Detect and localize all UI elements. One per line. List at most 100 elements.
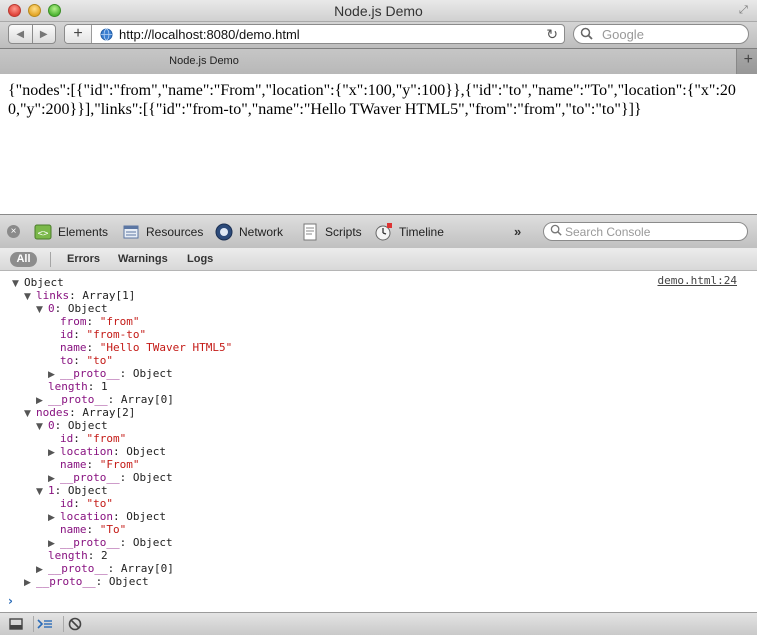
property-separator: : bbox=[54, 419, 68, 432]
property-separator: : bbox=[112, 510, 127, 523]
property-separator: : bbox=[73, 497, 87, 510]
filter-logs[interactable]: Logs bbox=[187, 253, 213, 265]
property-separator: : bbox=[119, 536, 133, 549]
property-value: 2 bbox=[101, 549, 108, 562]
property-separator: : bbox=[54, 484, 68, 497]
add-bookmark-button[interactable]: + bbox=[65, 25, 92, 43]
close-devtools-icon[interactable]: × bbox=[7, 225, 20, 238]
property-separator: : bbox=[86, 523, 100, 536]
window-title: Node.js Demo bbox=[334, 3, 423, 19]
console-prompt[interactable]: › bbox=[8, 594, 13, 608]
console-tree-row[interactable]: ▶ __proto__: Object bbox=[48, 536, 173, 549]
disclosure-expanded-icon[interactable]: ▼ bbox=[24, 408, 36, 421]
tab-timeline[interactable]: Timeline bbox=[374, 220, 444, 244]
fullscreen-icon[interactable]: ⤢ bbox=[739, 4, 751, 16]
console-icon[interactable] bbox=[33, 616, 56, 632]
property-key: id bbox=[60, 328, 74, 341]
console-tree-row[interactable]: ▼ 0: Object bbox=[36, 302, 108, 315]
console-tree-row[interactable]: ▶ __proto__: Object bbox=[48, 471, 173, 484]
tab-scripts[interactable]: Scripts bbox=[300, 220, 362, 244]
tab-network[interactable]: Network bbox=[214, 220, 283, 244]
console-tree-row[interactable]: ▼ Object bbox=[12, 276, 64, 289]
disclosure-expanded-icon[interactable]: ▼ bbox=[36, 421, 48, 434]
property-value: "from-to" bbox=[86, 328, 147, 341]
property-separator: : bbox=[73, 328, 87, 341]
property-value: "Hello TWaver HTML5" bbox=[99, 341, 233, 354]
clear-console-icon[interactable] bbox=[63, 616, 86, 632]
console-source-link[interactable]: demo.html:24 bbox=[658, 274, 737, 287]
tab-resources-label: Resources bbox=[146, 225, 204, 239]
console-tree-row[interactable]: ▼ links: Array[1] bbox=[24, 289, 135, 302]
disclosure-collapsed-icon[interactable]: ▶ bbox=[24, 577, 36, 590]
property-key: id bbox=[60, 432, 74, 445]
property-key: location bbox=[60, 510, 113, 523]
devtools-toolbar: × <> Elements Resources Network Scripts bbox=[0, 214, 757, 248]
property-value: Object bbox=[132, 367, 173, 380]
disclosure-expanded-icon[interactable]: ▼ bbox=[36, 486, 48, 499]
console-tree-row[interactable]: ▶ __proto__: Array[0] bbox=[36, 393, 174, 406]
elements-icon: <> bbox=[34, 224, 52, 240]
console-tree-row[interactable]: ▶ __proto__: Object bbox=[24, 575, 149, 588]
address-bar[interactable]: + http://localhost:8080/demo.html ↻ bbox=[64, 24, 565, 44]
property-key: nodes bbox=[36, 406, 70, 419]
tab-network-label: Network bbox=[239, 225, 284, 239]
console-tree-row[interactable]: ▼ nodes: Array[2] bbox=[24, 406, 135, 419]
property-separator: : bbox=[119, 367, 133, 380]
property-key: __proto__ bbox=[60, 367, 120, 380]
property-value: Object bbox=[67, 302, 108, 315]
search-icon bbox=[550, 224, 562, 236]
disclosure-expanded-icon[interactable]: ▼ bbox=[12, 278, 24, 291]
network-icon bbox=[215, 223, 233, 241]
property-separator: : bbox=[54, 302, 68, 315]
console-tree-row: to: "to" bbox=[48, 354, 113, 367]
property-value: Object bbox=[67, 484, 108, 497]
property-value: Object bbox=[126, 510, 166, 523]
console-search-field[interactable]: Search Console bbox=[543, 222, 748, 241]
console-tree-row[interactable]: ▶ location: Object bbox=[48, 510, 166, 523]
console-tree-row[interactable]: ▼ 1: Object bbox=[36, 484, 108, 497]
console-tree-row[interactable]: ▶ __proto__: Object bbox=[48, 367, 173, 380]
console-tree-row[interactable]: ▼ 0: Object bbox=[36, 419, 108, 432]
back-arrow-icon[interactable]: ◀ bbox=[9, 25, 32, 43]
property-separator: : bbox=[107, 562, 121, 575]
scripts-icon bbox=[303, 223, 317, 241]
more-panels-icon[interactable]: » bbox=[514, 224, 521, 239]
tab-resources[interactable]: Resources bbox=[121, 220, 203, 244]
disclosure-expanded-icon[interactable]: ▼ bbox=[36, 304, 48, 317]
property-key: name bbox=[60, 523, 87, 536]
property-separator: : bbox=[86, 315, 100, 328]
filter-divider bbox=[50, 252, 51, 267]
console-tree-row: length: 1 bbox=[36, 380, 108, 393]
filter-all[interactable]: All bbox=[10, 252, 37, 267]
console-tree-row[interactable]: ▶ location: Object bbox=[48, 445, 166, 458]
tab-scripts-label: Scripts bbox=[325, 225, 362, 239]
property-key: __proto__ bbox=[60, 471, 120, 484]
property-value: Object bbox=[108, 575, 149, 588]
console-tree-row: id: "from" bbox=[48, 432, 126, 445]
property-value: "To" bbox=[99, 523, 127, 536]
tab-elements[interactable]: <> Elements bbox=[33, 220, 108, 244]
console-filter-bar: All Errors Warnings Logs bbox=[0, 248, 757, 271]
console-output: demo.html:24 ▼ Object ▼ links: Array[1] ▼ 0: … bbox=[0, 271, 757, 612]
globe-icon bbox=[100, 28, 113, 41]
filter-warnings[interactable]: Warnings bbox=[118, 253, 168, 265]
property-separator: : bbox=[119, 471, 133, 484]
dock-icon[interactable] bbox=[5, 616, 27, 632]
filter-errors[interactable]: Errors bbox=[67, 253, 100, 265]
property-key: length bbox=[48, 380, 88, 393]
tab-node-demo[interactable]: Node.js Demo bbox=[0, 49, 737, 74]
url-text[interactable]: http://localhost:8080/demo.html bbox=[119, 27, 300, 42]
property-key: links bbox=[36, 289, 70, 302]
new-tab-button[interactable]: + bbox=[744, 51, 753, 69]
property-value: "from" bbox=[86, 432, 127, 445]
svg-text:<>: <> bbox=[38, 229, 49, 239]
console-tree-row: length: 2 bbox=[36, 549, 108, 562]
property-value: Object bbox=[132, 471, 173, 484]
property-key: id bbox=[60, 497, 74, 510]
reload-icon[interactable]: ↻ bbox=[546, 26, 558, 43]
web-search-field[interactable]: Google bbox=[573, 24, 749, 44]
console-tree-row: name: "Hello TWaver HTML5" bbox=[48, 341, 232, 354]
disclosure-expanded-icon[interactable]: ▼ bbox=[24, 291, 36, 304]
console-tree-row[interactable]: ▶ __proto__: Array[0] bbox=[36, 562, 174, 575]
forward-arrow-icon[interactable]: ▶ bbox=[31, 25, 56, 43]
